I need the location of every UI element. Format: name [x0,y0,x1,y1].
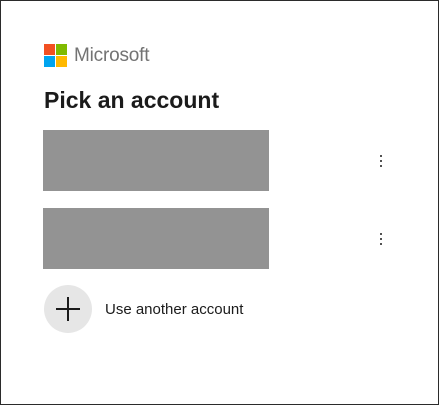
use-another-account-button[interactable]: Use another account [44,285,243,333]
plus-icon [44,285,92,333]
page-title: Pick an account [44,87,220,113]
account-tile[interactable] [43,208,403,269]
microsoft-logo-icon [44,44,67,67]
microsoft-brand: Microsoft [44,44,149,67]
more-options-icon[interactable] [369,226,393,252]
redacted-account-info [43,130,269,191]
brand-name: Microsoft [74,45,150,66]
redacted-account-info [43,208,269,269]
use-another-account-label: Use another account [105,300,244,318]
account-tile[interactable] [43,130,403,191]
more-options-icon[interactable] [369,148,393,174]
sign-in-card: Microsoft Pick an account Use another ac… [0,0,439,405]
